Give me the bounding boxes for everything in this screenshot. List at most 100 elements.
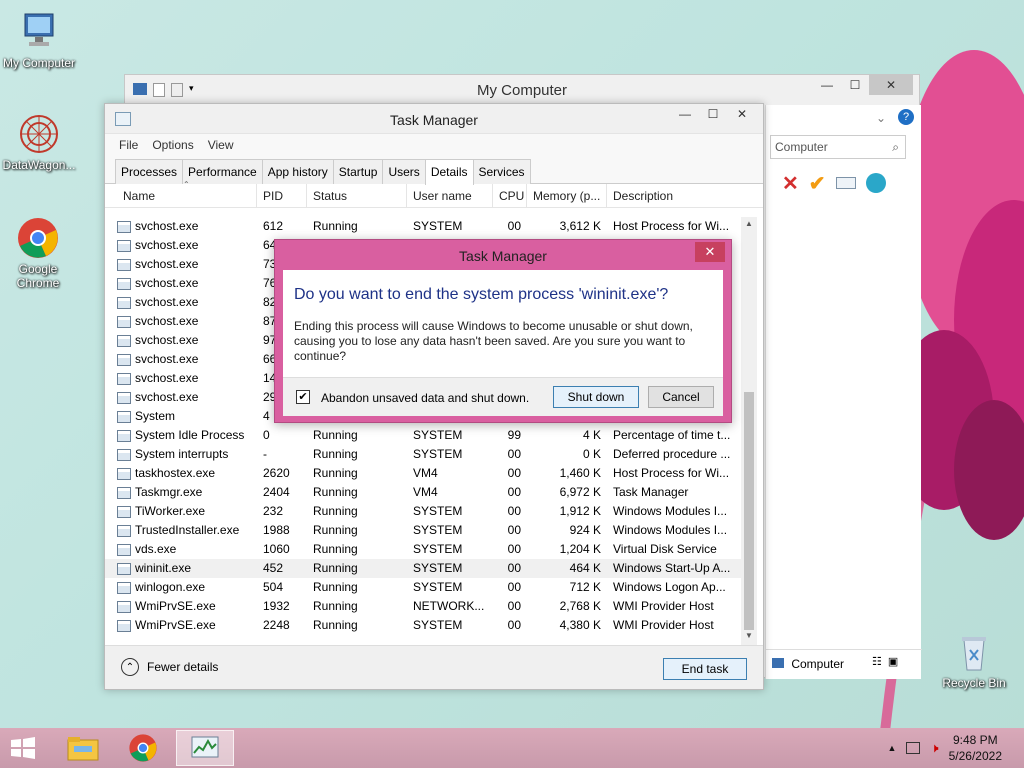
close-button[interactable]: ✕: [869, 75, 913, 95]
table-row[interactable]: TrustedInstaller.exe 1988 Running SYSTEM 00 9…: [105, 521, 741, 540]
process-name-cell: svchost.exe: [117, 236, 257, 255]
chrome-icon: [129, 734, 157, 762]
chevron-up-icon: ⌃: [121, 658, 139, 676]
delete-icon[interactable]: ✕: [782, 171, 799, 196]
menu-file[interactable]: File: [119, 138, 138, 152]
cell-pid: 0: [263, 428, 270, 442]
desktop-icon-google-chrome[interactable]: Google Chrome: [0, 216, 76, 290]
minimize-button[interactable]: —: [671, 104, 699, 124]
cell-mem: 3,612 K: [559, 219, 601, 233]
minimize-button[interactable]: —: [813, 75, 841, 95]
column-header-status[interactable]: Status: [307, 183, 407, 208]
chevron-down-icon[interactable]: ⌄: [876, 111, 886, 125]
menu-options[interactable]: Options: [152, 138, 193, 152]
tab-services[interactable]: Services: [472, 159, 531, 184]
clock[interactable]: 9:48 PM 5/26/2022: [949, 732, 1002, 764]
process-name-cell: System Idle Process: [117, 426, 257, 445]
tab-performance[interactable]: Performance: [182, 159, 263, 184]
process-icon: [117, 429, 131, 442]
desktop-icon-recycle-bin[interactable]: Recycle Bin: [936, 630, 1012, 690]
table-row[interactable]: taskhostex.exe 2620 Running VM4 00 1,460 K Hos…: [105, 464, 741, 483]
maximize-button[interactable]: ☐: [841, 75, 869, 95]
table-row[interactable]: WmiPrvSE.exe 1932 Running NETWORK... 00 2,768…: [105, 597, 741, 616]
cell-pid: 2248: [263, 618, 290, 632]
check-icon[interactable]: ✔: [809, 171, 826, 196]
window-title: My Computer: [476, 82, 568, 99]
chevron-up-icon[interactable]: ▲: [887, 743, 896, 753]
maximize-button[interactable]: ☐: [699, 104, 727, 124]
cell-user: SYSTEM: [413, 504, 463, 518]
column-header-pid[interactable]: PID: [257, 183, 307, 208]
table-row[interactable]: System interrupts - Running SYSTEM 00 0 K Defe…: [105, 445, 741, 464]
process-name: taskhostex.exe: [135, 466, 216, 480]
cell-cpu: 00: [507, 542, 521, 556]
tab-startup[interactable]: Startup: [332, 159, 384, 184]
cell-desc: Virtual Disk Service: [613, 542, 717, 556]
cell-user: SYSTEM: [413, 447, 463, 461]
table-row[interactable]: TiWorker.exe 232 Running SYSTEM 00 1,912 K Win…: [105, 502, 741, 521]
table-row[interactable]: svchost.exe 612 Running SYSTEM 00 3,612 K Host…: [105, 217, 741, 236]
process-name-cell: System: [117, 407, 257, 426]
cancel-button[interactable]: Cancel: [648, 386, 714, 408]
dialog-question: Do you want to end the system process 'w…: [294, 286, 669, 303]
cell-mem: 6,972 K: [559, 485, 601, 499]
start-button[interactable]: [8, 736, 38, 760]
abandon-data-checkbox[interactable]: ✔: [296, 390, 310, 404]
column-header-description[interactable]: Description: [607, 184, 741, 208]
table-row[interactable]: winlogon.exe 504 Running SYSTEM 00 712 K Windo…: [105, 578, 741, 597]
taskbar-chrome[interactable]: [114, 730, 172, 766]
tab-app-history[interactable]: App history: [261, 159, 334, 184]
cell-pid: 504: [263, 580, 284, 594]
process-name-cell: svchost.exe: [117, 350, 257, 369]
abandon-data-label: Abandon unsaved data and shut down.: [321, 391, 530, 405]
dialog-message: Ending this process will cause Windows t…: [294, 319, 693, 363]
taskbar-file-explorer[interactable]: [54, 730, 112, 766]
chrome-icon: [16, 216, 60, 260]
menu-view[interactable]: View: [208, 138, 234, 152]
desktop-icon-datawagon[interactable]: DataWagon...: [1, 112, 77, 172]
volume-muted-icon[interactable]: 🕨: [930, 740, 938, 756]
cell-user: SYSTEM: [413, 542, 463, 556]
column-header-cpu[interactable]: CPU: [493, 183, 527, 208]
process-name: WmiPrvSE.exe: [135, 618, 216, 632]
fewer-details-button[interactable]: ⌃ Fewer details: [121, 658, 218, 676]
network-globe-icon[interactable]: [865, 173, 886, 193]
table-row[interactable]: vds.exe 1060 Running SYSTEM 00 1,204 K Virtual…: [105, 540, 741, 559]
drive-icon[interactable]: [835, 177, 856, 189]
cell-user: VM4: [413, 466, 438, 480]
process-name-cell: svchost.exe: [117, 331, 257, 350]
cell-desc: WMI Provider Host: [613, 618, 714, 632]
my-computer-right-pane: ⌄ ? Computer ⌕ ✕ ✔ ☷ ▣ Computer: [765, 105, 922, 679]
desktop-icon-my-computer[interactable]: My Computer: [1, 10, 77, 70]
process-name: svchost.exe: [135, 257, 199, 271]
cell-cpu: 00: [507, 599, 521, 613]
scrollbar-thumb[interactable]: [744, 392, 754, 630]
tab-details[interactable]: Details: [424, 159, 474, 185]
process-name-cell: svchost.exe: [117, 255, 257, 274]
network-icon[interactable]: [906, 742, 921, 754]
help-icon[interactable]: ?: [898, 109, 914, 125]
scroll-up-icon[interactable]: ▲: [741, 219, 757, 233]
scroll-down-icon[interactable]: ▼: [741, 631, 757, 645]
column-header-user-name[interactable]: User name: [407, 183, 493, 208]
process-name: TiWorker.exe: [135, 504, 206, 518]
tab-processes[interactable]: Processes: [115, 159, 184, 184]
cell-cpu: 00: [507, 485, 521, 499]
taskbar-task-manager[interactable]: [176, 730, 234, 766]
end-task-button[interactable]: End task: [663, 658, 747, 680]
vertical-scrollbar[interactable]: ▲ ▼: [741, 217, 757, 647]
table-row[interactable]: wininit.exe 452 Running SYSTEM 00 464 K Window…: [105, 559, 741, 578]
table-row[interactable]: WmiPrvSE.exe 2248 Running SYSTEM 00 4,380 K WM…: [105, 616, 741, 635]
shut-down-button[interactable]: Shut down: [553, 386, 639, 408]
tab-users[interactable]: Users: [382, 159, 426, 184]
column-header-memory[interactable]: Memory (p...: [527, 183, 607, 208]
table-row[interactable]: Taskmgr.exe 2404 Running VM4 00 6,972 K Task M…: [105, 483, 741, 502]
search-input[interactable]: Computer ⌕: [770, 135, 906, 159]
table-row[interactable]: System Idle Process 0 Running SYSTEM 99 4 K Pe…: [105, 426, 741, 445]
dialog-close-button[interactable]: ✕: [695, 242, 725, 262]
cell-cpu: 00: [507, 580, 521, 594]
process-icon: [117, 448, 131, 461]
clock-time: 9:48 PM: [952, 733, 998, 747]
tab-strip: Processes Performance App history Startu…: [105, 156, 763, 185]
close-button[interactable]: ✕: [727, 104, 757, 124]
